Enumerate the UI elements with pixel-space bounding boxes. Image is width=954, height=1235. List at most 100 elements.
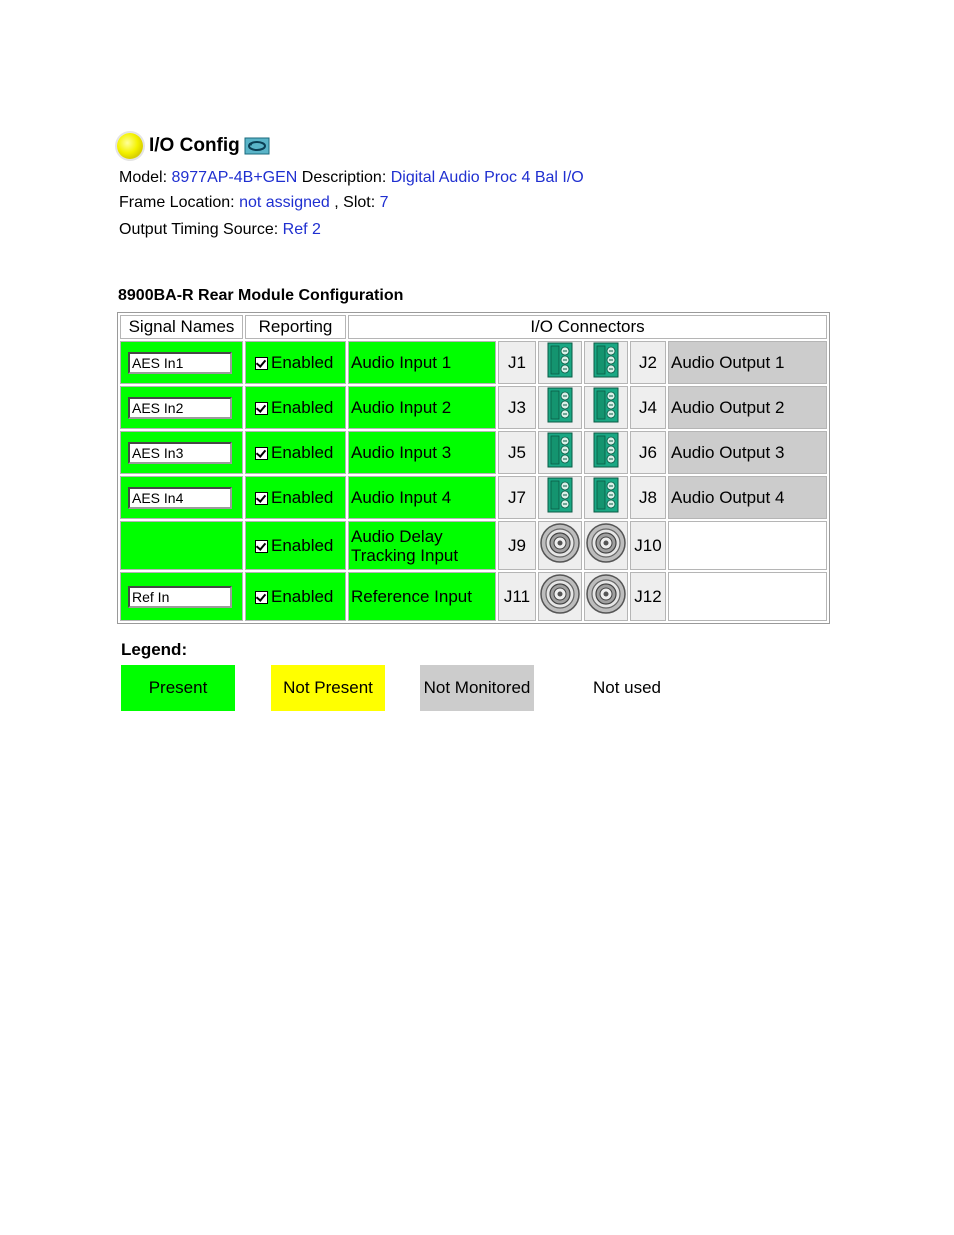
output-connector-cell [584, 431, 628, 474]
table-row: AES In3 Enabled Audio Input 3 J5 J6 Audi… [120, 431, 827, 474]
input-connector-cell [538, 341, 582, 384]
frame-location-value[interactable]: not assigned [239, 194, 330, 211]
signal-name-input[interactable]: Ref In [128, 585, 232, 608]
reporting-cell: Enabled [245, 521, 346, 570]
input-jack-label: J11 [498, 572, 536, 621]
terminal-block-connector-icon [593, 432, 619, 468]
status-light-icon [117, 133, 143, 159]
output-jack-label: J4 [630, 386, 666, 429]
legend-present: Present [121, 665, 235, 711]
legend-not-used: Not used [570, 665, 684, 711]
signal-label-line2: Tracking Input [351, 545, 459, 565]
header-io-connectors: I/O Connectors [348, 315, 827, 339]
output-connector-cell [584, 476, 628, 519]
input-jack-label: J3 [498, 386, 536, 429]
reporting-cell: Enabled [245, 386, 346, 429]
output-connector-cell [584, 572, 628, 621]
input-jack-label: J1 [498, 341, 536, 384]
input-connector-cell [538, 431, 582, 474]
terminal-block-connector-icon [593, 387, 619, 423]
output-jack-label: J10 [630, 521, 666, 570]
signal-name-input[interactable]: AES In4 [128, 486, 232, 509]
timing-source-line: Output Timing Source: Ref 2 [119, 220, 321, 240]
terminal-block-connector-icon [547, 387, 573, 423]
reporting-checkbox[interactable] [255, 539, 268, 553]
reporting-cell: Enabled [245, 341, 346, 384]
page-header: I/O Config [117, 130, 270, 162]
reporting-checkbox[interactable] [255, 491, 268, 505]
signal-name-cell: AES In4 [120, 476, 243, 519]
input-jack-label: J9 [498, 521, 536, 570]
bnc-connector-icon [586, 523, 626, 563]
legend-not-present: Not Present [271, 665, 385, 711]
signal-name-input[interactable]: AES In2 [128, 396, 232, 419]
table-row: Enabled Audio Delay Tracking Input J9 J10 [120, 521, 827, 570]
signal-label-cell: Audio Delay Tracking Input [348, 521, 496, 570]
refresh-icon[interactable] [244, 137, 270, 155]
input-connector-cell [538, 521, 582, 570]
frame-location-label: Frame Location: [119, 194, 235, 211]
reporting-label: Enabled [271, 352, 334, 372]
reporting-cell: Enabled [245, 431, 346, 474]
slot-label: , Slot: [334, 194, 376, 211]
terminal-block-connector-icon [593, 477, 619, 513]
frame-location-line: Frame Location: not assigned , Slot: 7 [119, 193, 389, 213]
terminal-block-connector-icon [547, 432, 573, 468]
output-label-cell [668, 572, 827, 621]
table-row: AES In1 Enabled Audio Input 1 J1 J2 Audi… [120, 341, 827, 384]
output-jack-label: J12 [630, 572, 666, 621]
header-reporting: Reporting [245, 315, 346, 339]
input-jack-label: J7 [498, 476, 536, 519]
legend-not-monitored: Not Monitored [420, 665, 534, 711]
signal-label-cell: Audio Input 2 [348, 386, 496, 429]
model-value[interactable]: 8977AP-4B+GEN [171, 169, 297, 186]
output-label-cell: Audio Output 4 [668, 476, 827, 519]
table-row: Ref In Enabled Reference Input J11 J12 [120, 572, 827, 621]
reporting-label: Enabled [271, 397, 334, 417]
reporting-label: Enabled [271, 535, 334, 555]
timing-value[interactable]: Ref 2 [283, 221, 321, 238]
bnc-connector-icon [540, 574, 580, 614]
reporting-checkbox[interactable] [255, 401, 268, 415]
legend-title: Legend: [121, 640, 188, 659]
header-signal-names: Signal Names [120, 315, 243, 339]
output-label-cell: Audio Output 2 [668, 386, 827, 429]
terminal-block-connector-icon [593, 342, 619, 378]
table-header-row: Signal Names Reporting I/O Connectors [120, 315, 827, 339]
rear-module-table: Signal Names Reporting I/O Connectors AE… [117, 312, 830, 624]
signal-label-cell: Audio Input 4 [348, 476, 496, 519]
bnc-connector-icon [586, 574, 626, 614]
output-jack-label: J2 [630, 341, 666, 384]
reporting-checkbox[interactable] [255, 446, 268, 460]
output-connector-cell [584, 341, 628, 384]
output-connector-cell [584, 521, 628, 570]
bnc-connector-icon [540, 523, 580, 563]
signal-name-cell: AES In3 [120, 431, 243, 474]
signal-name-input[interactable]: AES In3 [128, 441, 232, 464]
signal-name-cell [120, 521, 243, 570]
description-label: Description: [301, 169, 387, 186]
slot-value[interactable]: 7 [380, 194, 389, 211]
module-config-title: 8900BA-R Rear Module Configuration [118, 287, 404, 304]
input-connector-cell [538, 476, 582, 519]
terminal-block-connector-icon [547, 342, 573, 378]
signal-name-cell: Ref In [120, 572, 243, 621]
table-row: AES In4 Enabled Audio Input 4 J7 J8 Audi… [120, 476, 827, 519]
input-jack-label: J5 [498, 431, 536, 474]
reporting-checkbox[interactable] [255, 356, 268, 370]
reporting-label: Enabled [271, 487, 334, 507]
output-label-cell [668, 521, 827, 570]
table-row: AES In2 Enabled Audio Input 2 J3 J4 Audi… [120, 386, 827, 429]
reporting-checkbox[interactable] [255, 590, 268, 604]
reporting-cell: Enabled [245, 572, 346, 621]
output-label-cell: Audio Output 3 [668, 431, 827, 474]
output-connector-cell [584, 386, 628, 429]
signal-label-cell: Reference Input [348, 572, 496, 621]
description-value[interactable]: Digital Audio Proc 4 Bal I/O [391, 169, 584, 186]
signal-label-cell: Audio Input 1 [348, 341, 496, 384]
output-jack-label: J8 [630, 476, 666, 519]
reporting-label: Enabled [271, 586, 334, 606]
output-label-cell: Audio Output 1 [668, 341, 827, 384]
model-line: Model: 8977AP-4B+GEN Description: Digita… [119, 168, 584, 188]
signal-name-input[interactable]: AES In1 [128, 351, 232, 374]
